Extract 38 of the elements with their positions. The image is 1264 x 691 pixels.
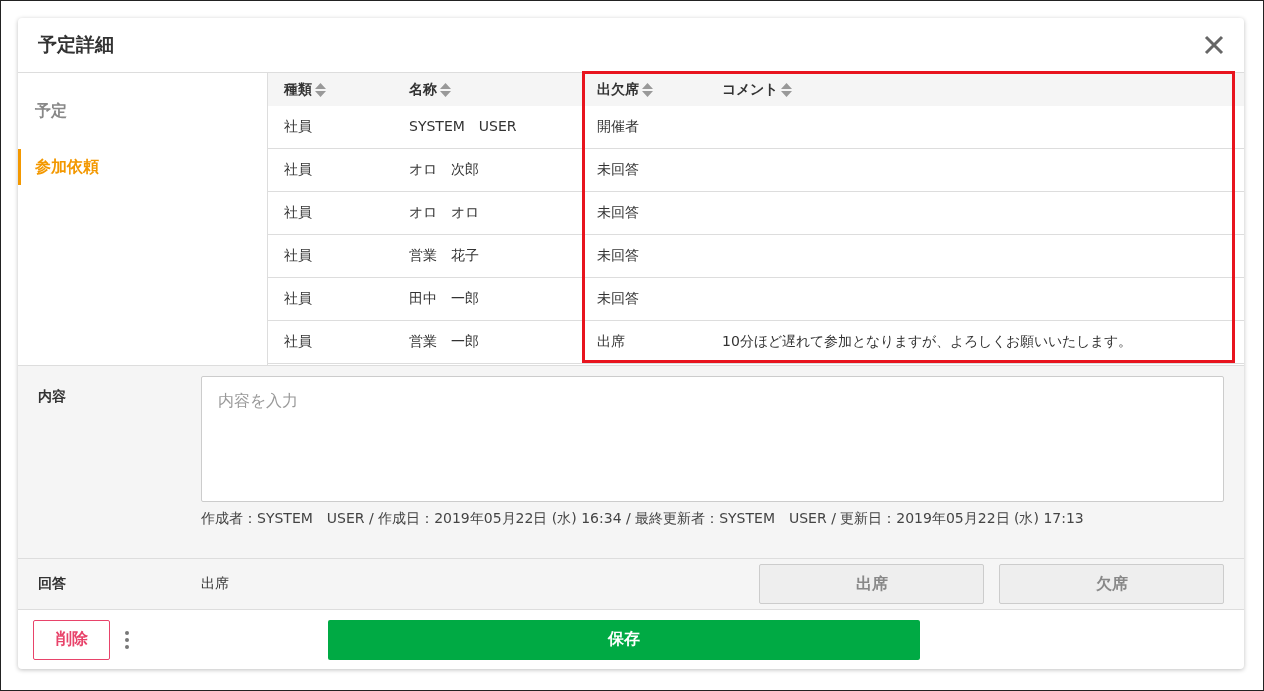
table-cell-text: 社員 — [284, 204, 313, 222]
table-cell-text: 10分ほど遅れて参加となりますが、よろしくお願いいたします。 — [722, 333, 1133, 351]
sort-icon[interactable] — [315, 82, 326, 97]
content-field[interactable]: 内容を入力 — [201, 376, 1224, 502]
meta-text: 作成者：SYSTEM USER / 作成日：2019年05月22日 (水) 16:34 / 最終更新者：SYSTEM USER / 更新日：2019年05月22日 (水) 17:13 — [201, 510, 1085, 528]
column-header[interactable]: 名称 — [409, 80, 437, 99]
table-cell-text: 営業 一郎 — [409, 333, 480, 351]
save-button[interactable]: 保存 — [328, 619, 920, 660]
table-cell-text: 社員 — [284, 247, 313, 265]
table-cell-text: 社員 — [284, 161, 313, 179]
answer-value: 出席 — [201, 575, 229, 591]
close-button[interactable] — [1202, 33, 1226, 57]
table-cell-text: 未回答 — [597, 161, 640, 179]
table-cell-text: 開催者 — [597, 118, 640, 136]
more-icon[interactable] — [125, 630, 129, 649]
table-cell-text: 社員 — [284, 290, 313, 308]
table-cell-text: 未回答 — [597, 290, 640, 308]
table-cell-text: 社員 — [284, 333, 313, 351]
field-label: 回答 — [38, 575, 67, 593]
table-cell-text: 未回答 — [597, 204, 640, 222]
table-cell-text: 社員 — [284, 118, 313, 136]
table-cell-text: 出席 — [597, 333, 626, 351]
sort-icon[interactable] — [440, 82, 451, 97]
column-header[interactable]: 種類 — [284, 80, 312, 99]
table-cell-text: 田中 一郎 — [409, 290, 480, 308]
sort-icon[interactable] — [781, 82, 792, 97]
delete-button[interactable]: 削除 — [33, 619, 110, 660]
table-cell-text: SYSTEM USER — [409, 118, 518, 136]
table-cell-text: オロ オロ — [409, 204, 480, 222]
table-cell-text: オロ 次郎 — [409, 161, 480, 179]
column-header[interactable]: コメント — [722, 80, 778, 99]
dialog-title: 予定詳細 — [38, 32, 114, 57]
sort-icon[interactable] — [642, 82, 653, 97]
column-header[interactable]: 出欠席 — [597, 80, 639, 99]
table-cell-text: 未回答 — [597, 247, 640, 265]
table-cell-text: 営業 花子 — [409, 247, 480, 265]
sidebar-item[interactable]: 予定 — [18, 93, 267, 129]
field-label: 内容 — [38, 387, 67, 406]
